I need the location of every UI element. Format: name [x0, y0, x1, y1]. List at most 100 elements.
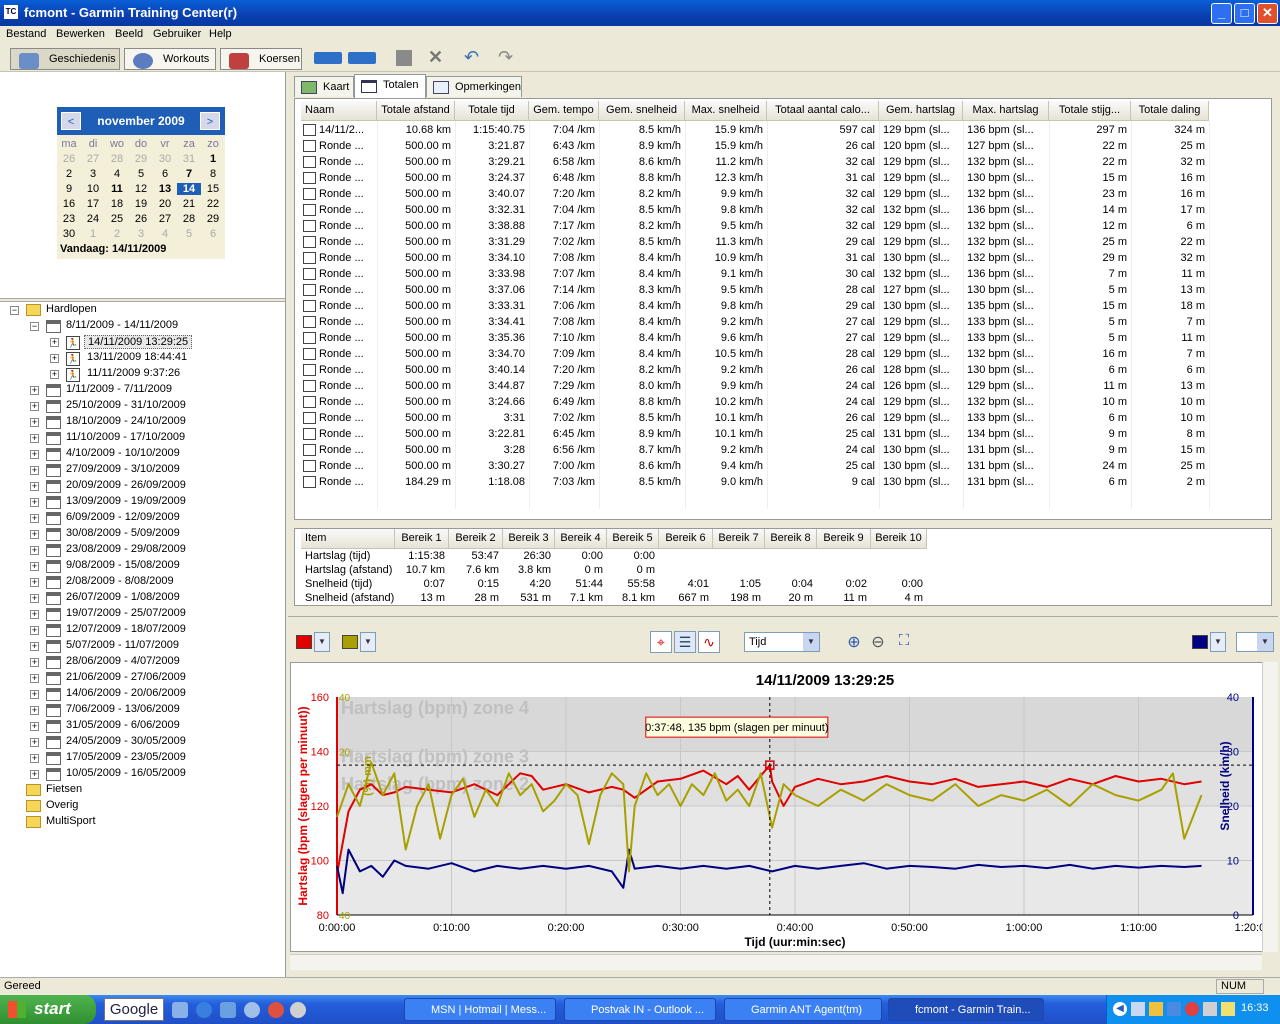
zone-column-header[interactable]: Bereik 8 — [765, 529, 817, 549]
tree-item-week[interactable]: +5/07/2009 - 11/07/2009 — [4, 639, 274, 655]
expand-icon[interactable]: + — [30, 658, 39, 667]
calendar-day[interactable]: 26 — [129, 213, 153, 225]
calendar-day[interactable]: 6 — [153, 168, 177, 180]
column-header[interactable]: Gem. tempo — [529, 101, 599, 121]
calendar-day[interactable]: 1 — [81, 228, 105, 240]
tree-item-week[interactable]: +27/09/2009 - 3/10/2009 — [4, 463, 274, 479]
expand-icon[interactable]: + — [30, 530, 39, 539]
tree-item-week[interactable]: +12/07/2009 - 18/07/2009 — [4, 623, 274, 639]
menu-bewerken[interactable]: Bewerken — [56, 28, 105, 40]
expand-icon[interactable]: + — [30, 690, 39, 699]
calendar-day[interactable]: 29 — [129, 153, 153, 165]
quicklaunch-ie-icon[interactable] — [196, 1002, 212, 1018]
table-row[interactable]: Ronde ... 500.00 m 3:40.07 7:20 /km 8.2 km/h… — [301, 186, 1209, 202]
expand-icon[interactable]: + — [30, 578, 39, 587]
column-header[interactable]: Totale tijd — [455, 101, 529, 121]
column-header[interactable]: Totale stijg... — [1049, 101, 1131, 121]
expand-icon[interactable]: + — [30, 450, 39, 459]
table-row[interactable]: Ronde ... 500.00 m 3:24.66 6:49 /km 8.8 km/h… — [301, 394, 1209, 410]
tree-item-week[interactable]: +28/06/2009 - 4/07/2009 — [4, 655, 274, 671]
expand-icon[interactable]: + — [30, 434, 39, 443]
calendar-day[interactable]: 18 — [105, 198, 129, 210]
calendar-day[interactable]: 28 — [177, 213, 201, 225]
tree-item-week[interactable]: +11/10/2009 - 17/10/2009 — [4, 431, 274, 447]
splitter[interactable] — [288, 616, 1278, 622]
calendar-day[interactable]: 4 — [105, 168, 129, 180]
expand-icon[interactable]: + — [30, 386, 39, 395]
speed-color-swatch[interactable] — [1192, 635, 1208, 649]
tree-item-activity[interactable]: + 🏃 14/11/2009 13:29:25 — [4, 335, 274, 351]
menu-gebruiker[interactable]: Gebruiker — [153, 28, 201, 40]
tree-item-week[interactable]: +6/09/2009 - 12/09/2009 — [4, 511, 274, 527]
calendar-day[interactable]: 6 — [201, 228, 225, 240]
minimize-button[interactable]: _ — [1211, 3, 1232, 24]
table-row[interactable]: Ronde ... 500.00 m 3:38.88 7:17 /km 8.2 km/h… — [301, 218, 1209, 234]
calendar-day[interactable]: 28 — [105, 153, 129, 165]
speed-color-dropdown[interactable]: ▼ — [1210, 632, 1226, 652]
calendar-day[interactable]: 15 — [201, 183, 225, 195]
line-graph-icon[interactable]: ∿ — [698, 631, 720, 653]
activity-chart[interactable]: Hartslag (bpm) zone 4Hartslag (bpm) zone… — [291, 663, 1271, 951]
tree-item-week[interactable]: +24/05/2009 - 30/05/2009 — [4, 735, 274, 751]
elevation-color-swatch[interactable] — [342, 635, 358, 649]
tree-item-hardlopen[interactable]: − Hardlopen — [4, 303, 274, 319]
calendar-day[interactable]: 29 — [201, 213, 225, 225]
table-row[interactable]: Ronde ... 500.00 m 3:22.81 6:45 /km 8.9 km/h… — [301, 426, 1209, 442]
zone-column-header[interactable]: Bereik 3 — [503, 529, 555, 549]
table-row[interactable]: Ronde ... 500.00 m 3:29.21 6:58 /km 8.6 km/h… — [301, 154, 1209, 170]
table-row[interactable]: Ronde ... 500.00 m 3:31.29 7:02 /km 8.5 km/h… — [301, 234, 1209, 250]
tree-item-week[interactable]: +9/08/2009 - 15/08/2009 — [4, 559, 274, 575]
prev-month-button[interactable]: < — [61, 112, 81, 130]
expand-icon[interactable]: + — [30, 546, 39, 555]
tree-item-week[interactable]: +23/08/2009 - 29/08/2009 — [4, 543, 274, 559]
calendar-day[interactable]: 17 — [81, 198, 105, 210]
tray-network-icon[interactable] — [1131, 1002, 1145, 1016]
calendar-day[interactable]: 13 — [153, 183, 177, 195]
zone-row[interactable]: Snelheid (afstand) 13 m 28 m 531 m 7.1 km 8.1… — [301, 591, 927, 605]
tree-item-week[interactable]: +26/07/2009 - 1/08/2009 — [4, 591, 274, 607]
tree-item-week[interactable]: +21/06/2009 - 27/06/2009 — [4, 671, 274, 687]
hr-color-dropdown[interactable]: ▼ — [314, 632, 330, 652]
expand-icon[interactable]: + — [30, 770, 39, 779]
close-button[interactable]: ✕ — [1257, 3, 1278, 24]
expand-icon[interactable]: + — [30, 610, 39, 619]
tray-security-icon[interactable] — [1149, 1002, 1163, 1016]
receive-from-device-icon[interactable] — [348, 52, 376, 64]
tree-item-week[interactable]: +30/08/2009 - 5/09/2009 — [4, 527, 274, 543]
tree-item-week[interactable]: +1/11/2009 - 7/11/2009 — [4, 383, 274, 399]
tree-item-week[interactable]: +19/07/2009 - 25/07/2009 — [4, 607, 274, 623]
tree-item-week[interactable]: +7/06/2009 - 13/06/2009 — [4, 703, 274, 719]
zone-column-header[interactable]: Item — [301, 529, 395, 549]
expand-icon[interactable]: + — [50, 354, 59, 363]
calendar-day[interactable]: 27 — [81, 153, 105, 165]
expand-icon[interactable]: + — [50, 370, 59, 379]
table-row[interactable]: Ronde ... 500.00 m 3:40.14 7:20 /km 8.2 km/h… — [301, 362, 1209, 378]
tab-totalen[interactable]: Totalen — [354, 74, 426, 98]
calendar-day[interactable]: 5 — [177, 228, 201, 240]
tray-expand-icon[interactable]: ◀ — [1113, 1002, 1127, 1016]
table-row[interactable]: Ronde ... 500.00 m 3:28 6:56 /km 8.7 km/h 9.2… — [301, 442, 1209, 458]
tree-item-sport[interactable]: MultiSport — [4, 815, 274, 831]
calendar-day[interactable]: 31 — [177, 153, 201, 165]
zone-column-header[interactable]: Bereik 2 — [449, 529, 503, 549]
tree-item-week[interactable]: +18/10/2009 - 24/10/2009 — [4, 415, 274, 431]
calendar-day[interactable]: 22 — [201, 198, 225, 210]
tree-item-sport[interactable]: Fietsen — [4, 783, 274, 799]
calendar-day[interactable]: 9 — [57, 183, 81, 195]
calendar-day[interactable]: 11 — [105, 183, 129, 195]
task-garmin-ant[interactable]: Garmin ANT Agent(tm) — [724, 998, 882, 1021]
tray-update-icon[interactable] — [1221, 1002, 1235, 1016]
expand-icon[interactable]: + — [30, 626, 39, 635]
expand-icon[interactable]: + — [30, 466, 39, 475]
expand-icon[interactable]: + — [30, 514, 39, 523]
table-row[interactable]: Ronde ... 500.00 m 3:34.41 7:08 /km 8.4 km/h… — [301, 314, 1209, 330]
table-row[interactable]: Ronde ... 500.00 m 3:33.98 7:07 /km 8.4 km/h… — [301, 266, 1209, 282]
calendar-day[interactable]: 30 — [57, 228, 81, 240]
calendar-day[interactable]: 10 — [81, 183, 105, 195]
expand-icon[interactable]: + — [30, 498, 39, 507]
table-row[interactable]: Ronde ... 184.29 m 1:18.08 7:03 /km 8.5 km/h… — [301, 474, 1209, 490]
hr-color-swatch[interactable] — [296, 635, 312, 649]
collapse-icon[interactable]: − — [10, 306, 19, 315]
next-month-button[interactable]: > — [200, 112, 220, 130]
split-view-icon[interactable]: ☰ — [674, 631, 696, 653]
